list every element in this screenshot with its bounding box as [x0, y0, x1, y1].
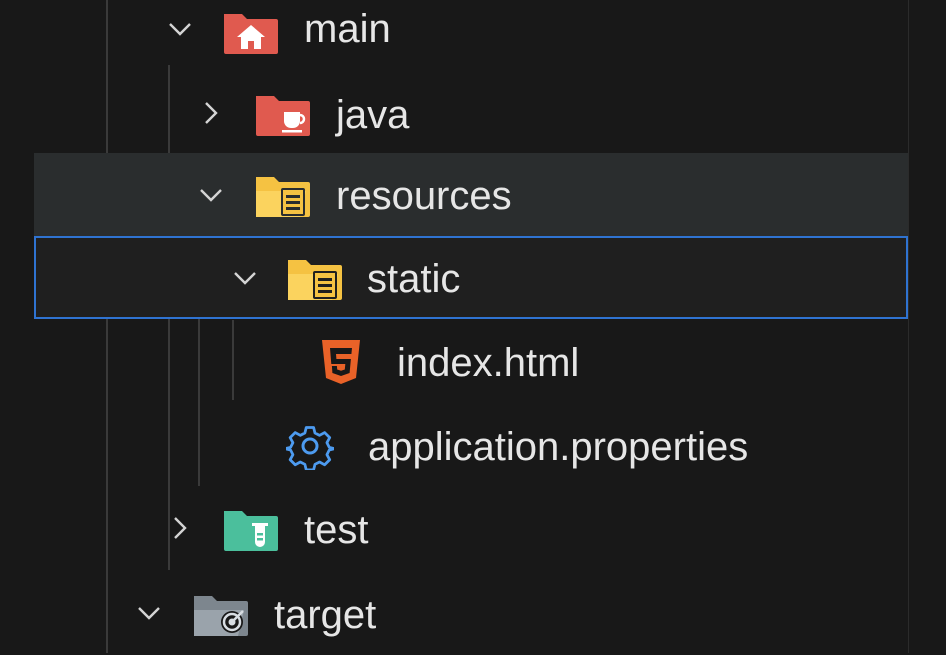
tree-item-index-html[interactable]: index.html	[34, 320, 908, 403]
html5-icon	[316, 338, 366, 386]
tree-item-label: resources	[336, 174, 512, 218]
chevron-down-icon[interactable]	[165, 14, 195, 44]
tree-item-main[interactable]: main	[34, 0, 908, 71]
tree-item-label: java	[336, 93, 410, 137]
tree-item-resources[interactable]: resources	[34, 153, 908, 236]
chevron-down-icon[interactable]	[196, 180, 226, 210]
tree-item-label: main	[304, 7, 391, 51]
folder-home-icon	[222, 8, 280, 56]
tree-item-static[interactable]: static	[34, 236, 908, 319]
panel-border	[908, 0, 909, 653]
chevron-down-icon[interactable]	[134, 598, 164, 628]
chevron-right-icon[interactable]	[196, 98, 226, 128]
folder-resource-icon	[286, 254, 344, 302]
file-explorer-tree: main java resources static index.html ap…	[0, 0, 946, 653]
folder-target-icon	[192, 590, 250, 638]
tree-item-label: static	[367, 257, 461, 301]
chevron-right-icon[interactable]	[165, 513, 195, 543]
tree-item-java[interactable]: java	[34, 72, 908, 155]
folder-java-icon	[254, 90, 312, 138]
tree-item-test[interactable]: test	[34, 487, 908, 570]
tree-item-label: test	[304, 508, 369, 552]
gear-icon	[286, 422, 334, 470]
folder-resource-icon	[254, 171, 312, 219]
tree-item-target[interactable]: target	[34, 572, 908, 655]
tree-item-label: index.html	[397, 341, 580, 385]
tree-item-label: target	[274, 593, 377, 637]
chevron-down-icon[interactable]	[230, 263, 260, 293]
tree-item-application-properties[interactable]: application.properties	[34, 404, 908, 487]
folder-test-icon	[222, 505, 280, 553]
tree-item-label: application.properties	[368, 425, 749, 469]
